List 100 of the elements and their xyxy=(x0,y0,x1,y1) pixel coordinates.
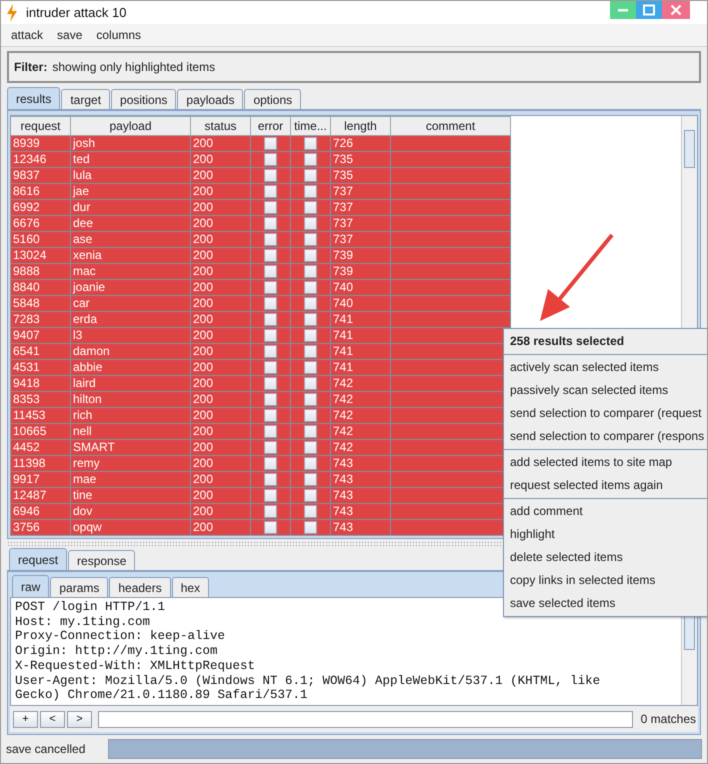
checkbox[interactable] xyxy=(304,233,317,246)
table-row[interactable]: 8616 jae 200 737 xyxy=(11,184,681,200)
checkbox[interactable] xyxy=(264,409,277,422)
filter-bar[interactable]: Filter: showing only highlighted items xyxy=(7,51,701,83)
checkbox[interactable] xyxy=(264,249,277,262)
checkbox[interactable] xyxy=(304,473,317,486)
checkbox[interactable] xyxy=(264,505,277,518)
checkbox[interactable] xyxy=(304,153,317,166)
checkbox[interactable] xyxy=(304,345,317,358)
tab[interactable]: response xyxy=(68,550,136,570)
tab[interactable]: options xyxy=(244,89,302,109)
checkbox[interactable] xyxy=(264,457,277,470)
table-row[interactable]: 8939 josh 200 726 xyxy=(11,136,681,152)
checkbox[interactable] xyxy=(264,313,277,326)
menu-item[interactable]: copy links in selected items xyxy=(504,569,707,592)
tab[interactable]: raw xyxy=(12,575,50,597)
checkbox[interactable] xyxy=(304,361,317,374)
table-row[interactable]: 7283 erda 200 741 xyxy=(11,312,681,328)
menu-item[interactable]: columns xyxy=(96,28,142,42)
menu-item[interactable]: actively scan selected items xyxy=(504,356,707,379)
search-field[interactable] xyxy=(98,710,633,728)
checkbox[interactable] xyxy=(264,169,277,182)
tab[interactable]: payloads xyxy=(177,89,244,109)
tab[interactable]: headers xyxy=(109,577,171,597)
checkbox[interactable] xyxy=(264,281,277,294)
checkbox[interactable] xyxy=(264,393,277,406)
column-header[interactable]: request xyxy=(11,116,71,136)
checkbox[interactable] xyxy=(264,201,277,214)
checkbox[interactable] xyxy=(304,217,317,230)
tab[interactable]: positions xyxy=(111,89,176,109)
table-row[interactable]: 13024 xenia 200 739 xyxy=(11,248,681,264)
checkbox[interactable] xyxy=(304,457,317,470)
column-header[interactable]: comment xyxy=(391,116,511,136)
checkbox[interactable] xyxy=(304,425,317,438)
tab[interactable]: params xyxy=(50,577,108,597)
checkbox[interactable] xyxy=(304,281,317,294)
checkbox[interactable] xyxy=(264,217,277,230)
checkbox[interactable] xyxy=(264,441,277,454)
tab[interactable]: results xyxy=(7,87,60,109)
checkbox[interactable] xyxy=(304,249,317,262)
checkbox[interactable] xyxy=(264,377,277,390)
menu-item[interactable]: attack xyxy=(11,28,44,42)
checkbox[interactable] xyxy=(304,521,317,534)
table-row[interactable]: 12346 ted 200 735 xyxy=(11,152,681,168)
menu-item[interactable]: passively scan selected items xyxy=(504,379,707,402)
checkbox[interactable] xyxy=(304,505,317,518)
menu-item[interactable]: add comment xyxy=(504,500,707,523)
checkbox[interactable] xyxy=(264,297,277,310)
checkbox[interactable] xyxy=(264,185,277,198)
table-row[interactable]: 9888 mac 200 739 xyxy=(11,264,681,280)
tab[interactable]: target xyxy=(61,89,110,109)
table-row[interactable]: 9837 lula 200 735 xyxy=(11,168,681,184)
checkbox[interactable] xyxy=(304,185,317,198)
menu-item[interactable]: highlight xyxy=(504,523,707,546)
search-nav-button[interactable]: + xyxy=(13,710,38,728)
minimize-button[interactable] xyxy=(610,1,636,19)
checkbox[interactable] xyxy=(264,361,277,374)
menu-item[interactable]: send selection to comparer (request xyxy=(504,402,707,425)
tab[interactable]: request xyxy=(9,548,68,570)
table-row[interactable]: 6676 dee 200 737 xyxy=(11,216,681,232)
raw-text-area[interactable] xyxy=(10,597,698,706)
checkbox[interactable] xyxy=(304,265,317,278)
column-header[interactable]: payload xyxy=(71,116,191,136)
menu-item[interactable]: save selected items xyxy=(504,592,707,615)
checkbox[interactable] xyxy=(264,345,277,358)
checkbox[interactable] xyxy=(264,329,277,342)
menu-item[interactable]: add selected items to site map xyxy=(504,451,707,474)
menu-item[interactable]: request selected items again xyxy=(504,474,707,497)
search-nav-button[interactable]: > xyxy=(67,710,92,728)
table-row[interactable]: 5848 car 200 740 xyxy=(11,296,681,312)
checkbox[interactable] xyxy=(304,409,317,422)
maximize-button[interactable] xyxy=(636,1,662,19)
checkbox[interactable] xyxy=(264,265,277,278)
checkbox[interactable] xyxy=(304,137,317,150)
checkbox[interactable] xyxy=(264,425,277,438)
checkbox[interactable] xyxy=(264,473,277,486)
search-nav-button[interactable]: < xyxy=(40,710,65,728)
checkbox[interactable] xyxy=(304,169,317,182)
checkbox[interactable] xyxy=(264,153,277,166)
menu-item[interactable]: send selection to comparer (respons xyxy=(504,425,707,448)
table-row[interactable]: 5160 ase 200 737 xyxy=(11,232,681,248)
checkbox[interactable] xyxy=(304,201,317,214)
menu-item[interactable]: save xyxy=(57,28,82,42)
checkbox[interactable] xyxy=(304,297,317,310)
checkbox[interactable] xyxy=(304,441,317,454)
checkbox[interactable] xyxy=(304,313,317,326)
checkbox[interactable] xyxy=(264,521,277,534)
table-row[interactable]: 8840 joanie 200 740 xyxy=(11,280,681,296)
column-header[interactable]: status xyxy=(191,116,251,136)
checkbox[interactable] xyxy=(264,489,277,502)
checkbox[interactable] xyxy=(304,393,317,406)
close-button[interactable] xyxy=(662,1,690,19)
column-header[interactable]: time... xyxy=(291,116,331,136)
menu-item[interactable]: delete selected items xyxy=(504,546,707,569)
column-header[interactable]: length xyxy=(331,116,391,136)
column-header[interactable]: error xyxy=(251,116,291,136)
table-row[interactable]: 6992 dur 200 737 xyxy=(11,200,681,216)
tab[interactable]: hex xyxy=(172,577,210,597)
checkbox[interactable] xyxy=(304,329,317,342)
checkbox[interactable] xyxy=(264,233,277,246)
